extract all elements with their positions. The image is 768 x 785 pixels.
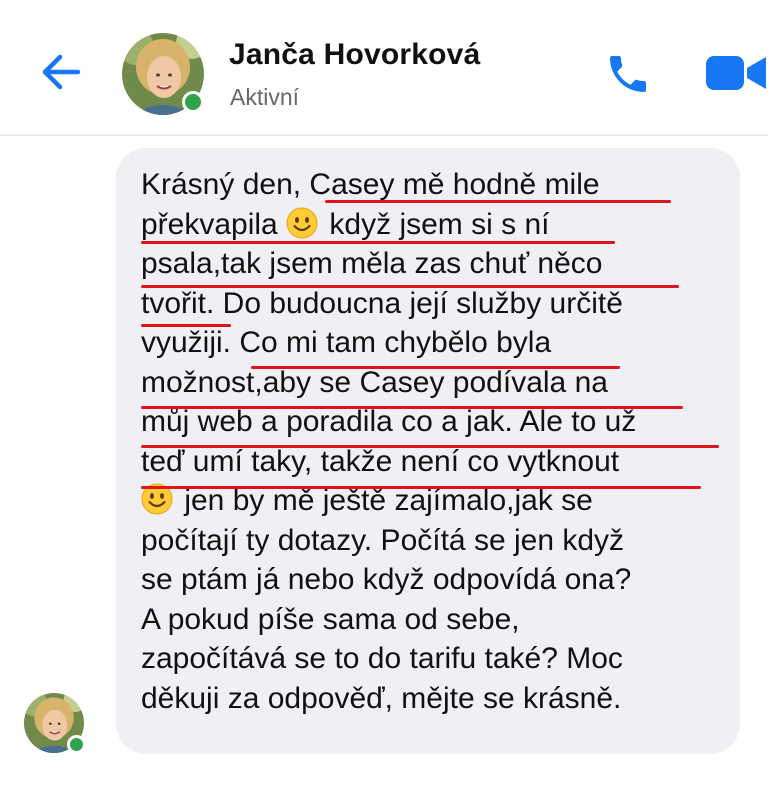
highlight-underline: [325, 200, 671, 203]
conversation-header: Janča Hovorková Aktivní: [0, 0, 768, 136]
arrow-left-icon: [42, 54, 81, 90]
highlight-underline: [141, 486, 701, 489]
back-button[interactable]: [38, 50, 86, 94]
smiling-face-emoji: [286, 207, 318, 238]
message-line: děkuji za odpověď, mějte se krásně.: [141, 681, 622, 715]
message-line-fragment: když jsem si s ní: [321, 207, 550, 241]
highlight-underline: [141, 285, 679, 288]
message-text: Krásný den, Casey mě hodně mile překvapi…: [141, 165, 751, 718]
video-call-button[interactable]: [704, 53, 768, 93]
contact-name[interactable]: Janča Hovorková: [229, 38, 480, 72]
highlight-underline: [141, 445, 719, 448]
message-line: psala,tak jsem měla zas chuť něco: [141, 247, 603, 280]
message-line: překvapila když jsem si s ní: [141, 205, 751, 245]
highlight-underline: [141, 406, 683, 409]
phone-icon: [610, 56, 646, 92]
message-line: počítají ty dotazy. Počítá se jen když: [141, 523, 625, 557]
highlight-underline: [141, 241, 615, 244]
message-line: využiji. Co mi tam chybělo byla: [141, 326, 552, 359]
highlight-underline: [141, 324, 231, 327]
message-line: Krásný den, Casey mě hodně mile: [141, 168, 600, 201]
highlight-underline: [251, 366, 620, 369]
contact-status: Aktivní: [230, 84, 300, 110]
voice-call-button[interactable]: [604, 50, 652, 98]
online-status-dot: [67, 735, 86, 754]
message-line: se ptám já nebo když odpovídá ona?: [141, 563, 632, 596]
message-line-fragment: překvapila: [141, 207, 278, 241]
online-status-dot: [182, 91, 204, 113]
video-camera-icon: [706, 56, 766, 90]
message-line: započítává se to do tarifu také? Moc: [141, 642, 623, 675]
message-line: A pokud píše sama od sebe,: [141, 602, 520, 636]
message-line: tvořit. Do budoucna její služby určitě: [141, 286, 623, 320]
